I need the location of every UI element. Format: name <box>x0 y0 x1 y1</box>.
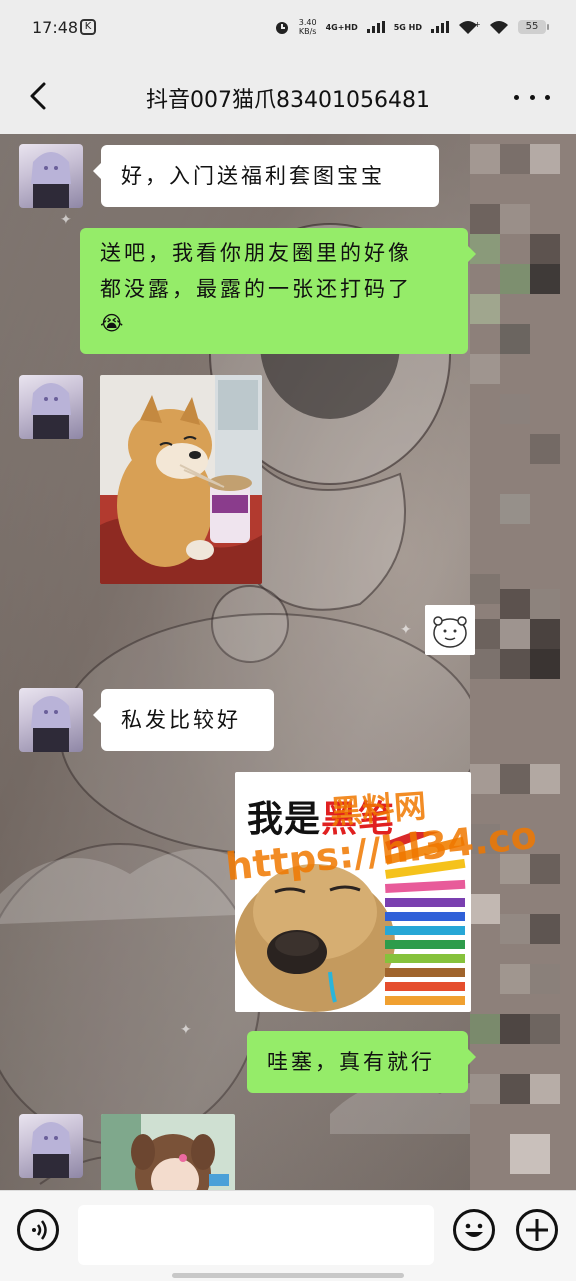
message-text-line1: 送吧，我看你朋友圈里的好像 <box>100 241 412 265</box>
alarm-icon <box>275 22 288 34</box>
battery-icon: 55 <box>518 20 549 34</box>
svg-text:✦: ✦ <box>60 212 72 228</box>
image-message-shiba[interactable] <box>100 375 262 584</box>
network-speed: 3.40 KB/s <box>299 18 317 36</box>
svg-text:✦: ✦ <box>400 622 412 638</box>
network-label-1: 4G+HD <box>325 22 358 32</box>
svg-text:+: + <box>474 20 480 29</box>
chat-header: 抖音007猫爪83401056481 <box>0 58 576 134</box>
chat-title: 抖音007猫爪83401056481 <box>146 88 430 113</box>
more-dots-icon[interactable] <box>514 82 550 112</box>
message-text: 好，入门送福利套图宝宝 <box>121 164 385 188</box>
network-label-2: 5G HD <box>393 22 422 32</box>
plus-icon[interactable] <box>516 1209 558 1251</box>
message-bubble-sent[interactable]: 哇塞，真有就行 <box>247 1031 476 1093</box>
contact-avatar[interactable] <box>19 688 83 752</box>
message-input[interactable] <box>78 1205 434 1265</box>
notification-app-icon: K <box>80 19 96 35</box>
message-bubble-received[interactable]: 私发比较好 <box>93 689 274 751</box>
home-indicator[interactable] <box>172 1273 404 1278</box>
message-text: 哇塞，真有就行 <box>267 1050 435 1074</box>
speed-value: 3.40 <box>298 18 317 27</box>
svg-text:✦: ✦ <box>180 1022 192 1038</box>
crying-emoji-icon: 😭 <box>100 311 127 335</box>
message-text: 私发比较好 <box>121 708 241 732</box>
message-text-line2: 都没露，最露的一张还打码了 <box>100 277 412 301</box>
status-bar: 17:48 K 3.40 KB/s 4G+HD 5G HD + 55 <box>0 0 576 58</box>
image-message-photo[interactable] <box>101 1114 235 1190</box>
wifi-icon <box>490 21 508 34</box>
signal-bars-2-icon <box>431 21 449 33</box>
emoji-icon[interactable] <box>453 1209 495 1251</box>
wifi-plus-icon: + <box>459 20 480 34</box>
girl-photo-image <box>101 1114 235 1190</box>
contact-avatar[interactable] <box>19 1114 83 1178</box>
message-bubble-sent[interactable]: 送吧，我看你朋友圈里的好像 都没露，最露的一张还打码了 😭 <box>80 228 476 354</box>
signal-bars-1-icon <box>366 21 385 33</box>
contact-avatar[interactable] <box>19 144 83 208</box>
sticker-message[interactable] <box>425 605 475 655</box>
status-time: 17:48 <box>32 18 79 37</box>
input-bar <box>0 1190 576 1281</box>
status-indicators: 3.40 KB/s 4G+HD 5G HD + 55 <box>274 18 549 36</box>
speed-unit: KB/s <box>298 27 317 36</box>
message-bubble-received[interactable]: 好，入门送福利套图宝宝 <box>93 145 439 207</box>
pixelated-area <box>470 134 576 1190</box>
contact-avatar[interactable] <box>19 375 83 439</box>
chat-area[interactable]: ✦ ✦ ✦ ✦ 好，入门送福利套图宝宝 送吧，我看你朋友圈里的好像 都没露，最露… <box>0 134 576 1190</box>
bear-sticker-image <box>425 605 475 655</box>
voice-icon[interactable] <box>17 1209 59 1251</box>
shiba-dog-image <box>100 375 262 584</box>
